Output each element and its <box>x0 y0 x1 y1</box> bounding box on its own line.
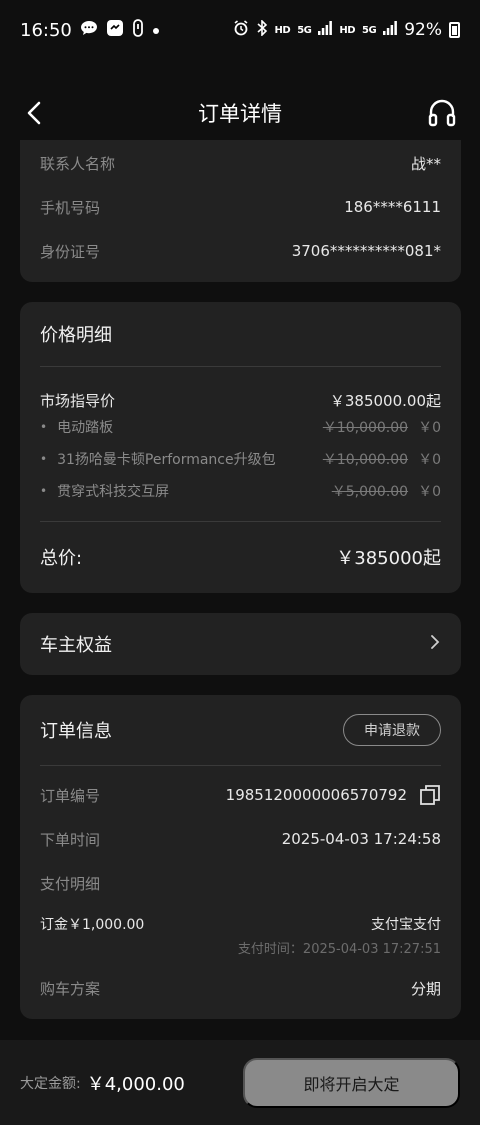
total-label: 总价: <box>40 548 83 569</box>
order-info-card: 订单信息 申请退款 订单编号 1985120000006570792 下单时间 … <box>20 695 461 1019</box>
price-detail-title: 价格明细 <box>40 325 112 346</box>
option-price: ￥0 <box>418 452 441 468</box>
payment-time-row: 支付时间：2025-04-03 17:27:51 <box>20 938 461 957</box>
payment-method: 支付宝支付 <box>371 917 441 933</box>
signal-icon-2 <box>383 20 398 40</box>
alarm-icon <box>233 19 249 41</box>
network-type-1: 5G <box>297 24 312 36</box>
dot-icon <box>152 21 160 39</box>
network-type-2: 5G <box>362 24 377 36</box>
purchase-plan-label: 购车方案 <box>40 979 101 998</box>
option-row: 电动踏板 ￥10,000.00 ￥0 <box>20 411 461 443</box>
option-row: 贯穿式科技交互屏 ￥5,000.00 ￥0 <box>20 475 461 507</box>
order-number-label: 订单编号 <box>40 786 101 805</box>
order-number-value: 1985120000006570792 <box>225 786 407 804</box>
page-title: 订单详情 <box>198 102 282 126</box>
option-name: 电动踏板 <box>40 417 113 437</box>
option-price: ￥0 <box>418 484 441 500</box>
order-number-row: 订单编号 1985120000006570792 <box>20 768 461 822</box>
option-prices: ￥5,000.00 ￥0 <box>332 481 441 501</box>
order-time-label: 下单时间 <box>40 830 101 849</box>
option-prices: ￥10,000.00 ￥0 <box>323 417 441 437</box>
owner-rights-card[interactable]: 车主权益 <box>20 613 461 675</box>
lock-app-icon <box>132 19 144 41</box>
status-time: 16:50 <box>20 19 72 41</box>
payment-detail-row: 支付明细 <box>20 856 461 910</box>
payment-detail-label: 支付明细 <box>40 874 101 893</box>
copy-icon[interactable] <box>419 784 441 806</box>
total-value: ￥385000起 <box>336 548 441 569</box>
deposit-label: 大定金额: <box>20 1075 81 1092</box>
divider <box>40 765 441 766</box>
option-original-price: ￥5,000.00 <box>331 484 409 500</box>
messenger-icon <box>106 19 124 41</box>
option-prices: ￥10,000.00 ￥0 <box>323 449 441 469</box>
battery-icon <box>449 22 460 38</box>
id-number-value: 3706**********081* <box>291 242 441 260</box>
price-detail-header: 价格明细 <box>20 302 461 366</box>
id-number-label: 身份证号 <box>40 242 101 261</box>
deposit-value: ￥4,000.00 <box>86 1073 185 1095</box>
order-time-value: 2025-04-03 17:24:58 <box>281 830 441 848</box>
order-info-title: 订单信息 <box>40 721 112 742</box>
nav-bar: 订单详情 <box>0 84 480 142</box>
contact-name-row: 联系人名称 战** <box>20 141 461 185</box>
hd-badge-1: HD <box>274 24 291 36</box>
refund-button[interactable]: 申请退款 <box>343 714 441 746</box>
deposit-amount: 订金￥1,000.00 <box>40 917 145 933</box>
order-number-group: 1985120000006570792 <box>226 784 441 806</box>
bottom-action-bar: 大定金额: ￥4,000.00 即将开启大定 <box>0 1040 480 1125</box>
msrp-value: ￥385000.00起 <box>329 391 441 410</box>
payment-time: 支付时间：2025-04-03 17:27:51 <box>237 941 441 957</box>
price-detail-card: 价格明细 市场指导价 ￥385000.00起 电动踏板 ￥10,000.00 ￥… <box>20 302 461 593</box>
battery-percent: 92% <box>404 20 442 40</box>
chevron-right-icon <box>429 634 441 654</box>
option-price: ￥0 <box>418 420 441 436</box>
owner-rights-title: 车主权益 <box>40 635 112 656</box>
status-left: 16:50 <box>20 19 160 41</box>
bluetooth-icon <box>256 18 268 41</box>
purchase-plan-value: 分期 <box>410 979 441 998</box>
contact-name-value: 战** <box>410 154 441 173</box>
deposit-payment-row: 订金￥1,000.00 支付宝支付 <box>20 910 461 938</box>
order-time-row: 下单时间 2025-04-03 17:24:58 <box>20 822 461 856</box>
total-row: 总价: ￥385000起 <box>20 522 461 592</box>
headset-support-icon[interactable] <box>426 97 458 129</box>
status-bar: 16:50 HD 5G HD 5G 92% <box>0 0 480 60</box>
option-original-price: ￥10,000.00 <box>322 452 409 468</box>
reserve-button[interactable]: 即将开启大定 <box>243 1057 460 1108</box>
back-arrow-icon[interactable] <box>22 99 50 127</box>
chat-bubble-icon <box>80 20 98 40</box>
contact-info-card: 联系人名称 战** 手机号码 186****6111 身份证号 3706****… <box>20 140 461 282</box>
phone-value: 186****6111 <box>344 198 441 216</box>
option-row: 31扬哈曼卡顿Performance升级包 ￥10,000.00 ￥0 <box>20 443 461 475</box>
contact-name-label: 联系人名称 <box>40 154 116 173</box>
phone-row: 手机号码 186****6111 <box>20 185 461 229</box>
id-number-row: 身份证号 3706**********081* <box>20 229 461 273</box>
hd-badge-2: HD <box>339 24 356 36</box>
signal-icon-1 <box>318 20 333 40</box>
msrp-label: 市场指导价 <box>40 391 116 410</box>
phone-label: 手机号码 <box>40 198 101 217</box>
option-original-price: ￥10,000.00 <box>322 420 409 436</box>
option-name: 贯穿式科技交互屏 <box>40 481 169 501</box>
purchase-plan-row: 购车方案 分期 <box>20 956 461 1020</box>
order-info-header: 订单信息 申请退款 <box>20 695 461 765</box>
owner-rights-row[interactable]: 车主权益 <box>20 613 461 675</box>
option-name: 31扬哈曼卡顿Performance升级包 <box>40 449 276 469</box>
status-right: HD 5G HD 5G 92% <box>233 18 460 41</box>
